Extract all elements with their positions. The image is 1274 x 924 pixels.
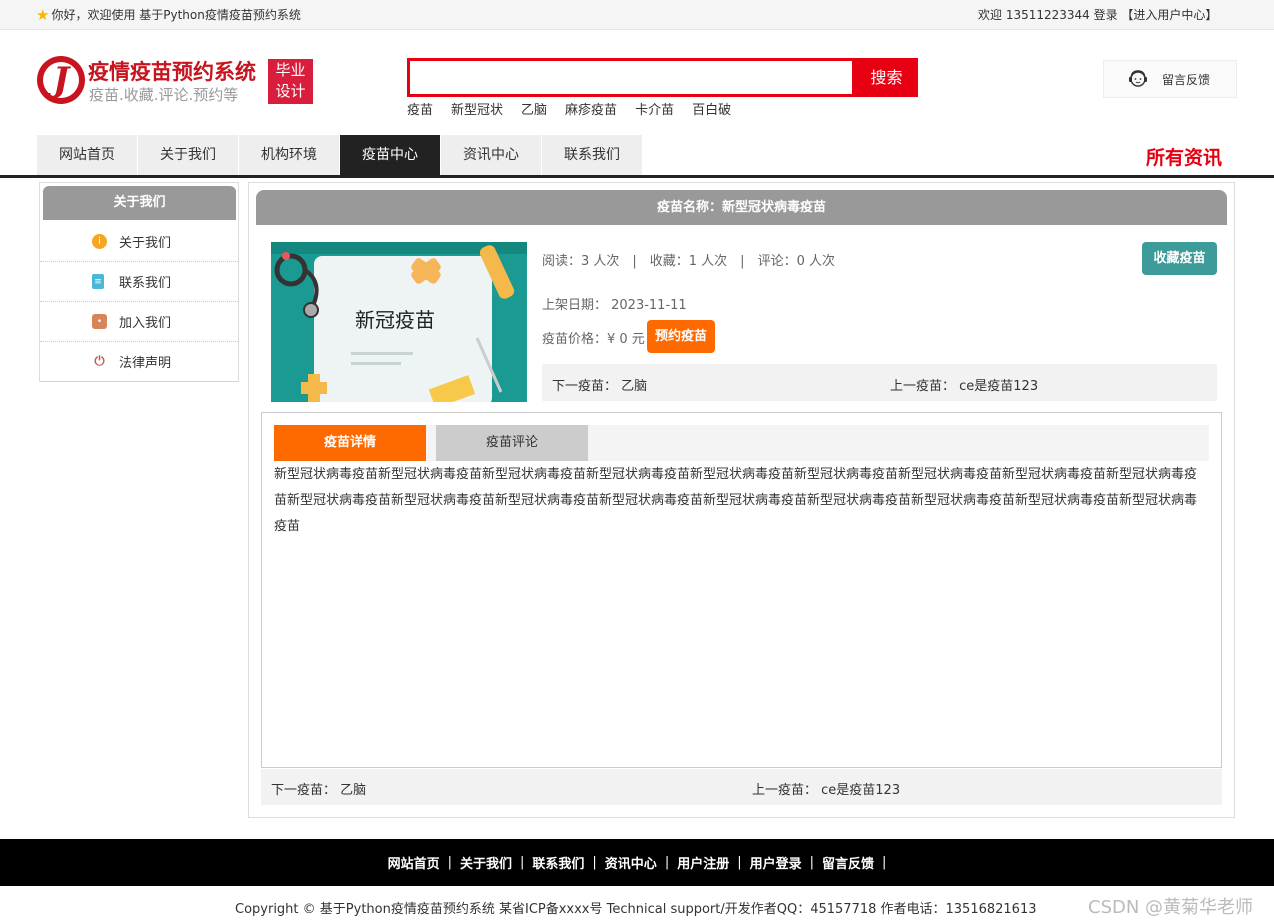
vaccine-price: 疫苗价格：¥ 0 元 <box>542 332 645 347</box>
footer-link-news[interactable]: 资讯中心 <box>605 853 657 872</box>
hot-keyword[interactable]: 麻疹疫苗 <box>565 99 617 118</box>
all-news-link[interactable]: 所有资讯 <box>1146 143 1222 170</box>
footer-link-feedback[interactable]: 留言反馈 <box>822 853 874 872</box>
badge-line-2: 设计 <box>275 82 306 100</box>
vaccine-image-title: 新冠疫苗 <box>355 308 435 332</box>
sidebar-item-label: 关于我们 <box>119 236 172 251</box>
vaccine-image: 新冠疫苗 <box>271 242 527 402</box>
graduation-badge: 毕业 设计 <box>268 59 313 104</box>
vaccine-title: 疫苗名称：新型冠状病毒疫苗 <box>256 190 1227 225</box>
tab-vaccine-comments[interactable]: 疫苗评论 <box>436 425 588 461</box>
prev-vaccine-link[interactable]: 上一疫苗： ce是疫苗123 <box>752 779 900 798</box>
collect-vaccine-button[interactable]: 收藏疫苗 <box>1142 242 1217 275</box>
user-login-status[interactable]: 欢迎 13511223344 登录 【进入用户中心】 <box>978 6 1217 23</box>
main-nav: 网站首页 关于我们 机构环境 疫苗中心 资讯中心 联系我们 <box>37 135 643 175</box>
logo-icon[interactable]: J <box>37 56 85 104</box>
power-icon: ⏻ <box>92 354 107 369</box>
nav-item-environment[interactable]: 机构环境 <box>239 135 339 175</box>
prev-vaccine-link[interactable]: 上一疫苗： ce是疫苗123 <box>890 375 1038 394</box>
nav-item-contact[interactable]: 联系我们 <box>542 135 642 175</box>
hot-keyword[interactable]: 新型冠状 <box>451 99 503 118</box>
vaccine-description: 新型冠状病毒疫苗新型冠状病毒疫苗新型冠状病毒疫苗新型冠状病毒疫苗新型冠状病毒疫苗… <box>274 467 1198 534</box>
copyright-text: Copyright © 基于Python疫情疫苗预约系统 某省ICP备xxxx号… <box>235 902 1037 917</box>
hot-keyword[interactable]: 百白破 <box>692 99 731 118</box>
info-icon: i <box>92 234 107 249</box>
footer-link-about[interactable]: 关于我们 <box>460 853 512 872</box>
nav-divider <box>0 175 1274 178</box>
nav-item-about[interactable]: 关于我们 <box>138 135 238 175</box>
next-vaccine-link[interactable]: 下一疫苗： 乙脑 <box>552 375 647 394</box>
search-button[interactable]: 搜索 <box>855 58 918 97</box>
sidebar-item-about[interactable]: i 关于我们 <box>40 222 238 262</box>
logo-subtitle: 疫苗.收藏.评论.预约等 <box>89 86 239 104</box>
tab-vaccine-details[interactable]: 疫苗详情 <box>274 425 426 461</box>
csdn-watermark: CSDN @黄菊华老师 <box>1088 897 1254 918</box>
badge-line-1: 毕业 <box>275 61 306 79</box>
lock-icon: • <box>92 314 107 329</box>
clipboard-icon: ≡ <box>92 274 104 289</box>
sidebar-item-label: 加入我们 <box>119 316 172 331</box>
logo-title[interactable]: 疫情疫苗预约系统 <box>88 56 256 86</box>
sidebar: 关于我们 i 关于我们 ≡ 联系我们 • 加入我们 ⏻ 法律声明 <box>39 182 239 382</box>
footer-link-home[interactable]: 网站首页 <box>388 853 440 872</box>
sidebar-item-contact[interactable]: ≡ 联系我们 <box>40 262 238 302</box>
book-vaccine-button[interactable]: 预约疫苗 <box>647 320 715 353</box>
listing-date: 上架日期： 2023-11-11 <box>542 298 687 313</box>
hot-keywords: 疫苗 新型冠状 乙脑 麻疹疫苗 卡介苗 百白破 <box>407 99 749 118</box>
welcome-text-wrap: ★ 你好，欢迎使用 基于Python疫情疫苗预约系统 <box>36 6 301 23</box>
nav-item-vaccine-center[interactable]: 疫苗中心 <box>340 135 440 175</box>
footer-link-contact[interactable]: 联系我们 <box>532 853 584 872</box>
footer-link-register[interactable]: 用户注册 <box>677 853 729 872</box>
sidebar-item-legal[interactable]: ⏻ 法律声明 <box>40 342 238 382</box>
nav-item-news[interactable]: 资讯中心 <box>441 135 541 175</box>
sidebar-item-label: 联系我们 <box>119 276 172 291</box>
footer-link-login[interactable]: 用户登录 <box>750 853 802 872</box>
feedback-button[interactable]: 留言反馈 <box>1103 60 1237 98</box>
star-icon: ★ <box>36 5 50 24</box>
welcome-text: 你好，欢迎使用 基于Python疫情疫苗预约系统 <box>51 8 301 22</box>
search-input[interactable] <box>407 58 855 97</box>
vaccine-stats: 阅读：3 人次 | 收藏：1 人次 | 评论：0 人次 <box>542 254 835 269</box>
feedback-label: 留言反馈 <box>1162 72 1211 87</box>
footer-nav: 网站首页 | 关于我们 | 联系我们 | 资讯中心 | 用户注册 | 用户登录 | 留言反馈… <box>0 839 1274 886</box>
top-bar: ★ 你好，欢迎使用 基于Python疫情疫苗预约系统 欢迎 1351122334… <box>0 0 1274 30</box>
sidebar-item-label: 法律声明 <box>119 356 172 371</box>
customer-service-icon <box>1129 70 1147 87</box>
prev-next-bar-bottom: 下一疫苗： 乙脑 上一疫苗： ce是疫苗123 <box>261 769 1222 805</box>
sidebar-item-join[interactable]: • 加入我们 <box>40 302 238 342</box>
prev-next-bar-top: 下一疫苗： 乙脑 上一疫苗： ce是疫苗123 <box>542 364 1217 401</box>
next-vaccine-link[interactable]: 下一疫苗： 乙脑 <box>271 779 366 798</box>
nav-item-home[interactable]: 网站首页 <box>37 135 137 175</box>
sidebar-title: 关于我们 <box>43 186 236 220</box>
hot-keyword[interactable]: 乙脑 <box>521 99 547 118</box>
hot-keyword[interactable]: 卡介苗 <box>635 99 674 118</box>
hot-keyword[interactable]: 疫苗 <box>407 99 433 118</box>
